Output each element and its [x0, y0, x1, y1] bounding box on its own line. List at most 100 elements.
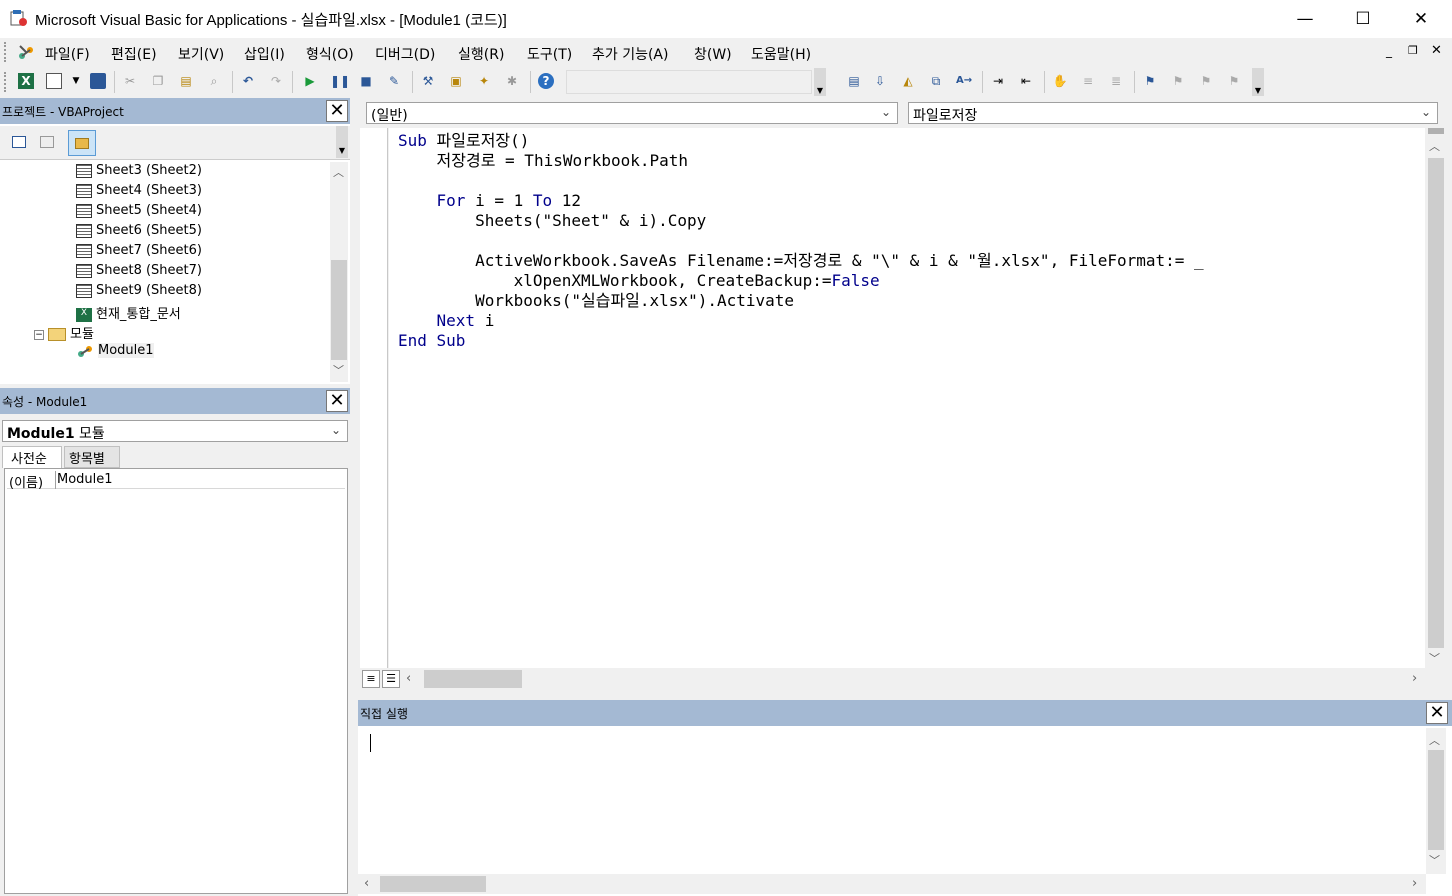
child-minimize-icon[interactable]: _	[1386, 44, 1392, 58]
tree-item-sheet4[interactable]: Sheet4 (Sheet3)	[76, 183, 202, 203]
immediate-hscrollbar[interactable]: ‹ ›	[358, 874, 1426, 894]
child-close-icon[interactable]: ✕	[1431, 43, 1442, 58]
close-button[interactable]: ✕	[1392, 0, 1450, 38]
chevron-down-icon[interactable]: ⌄	[331, 423, 341, 437]
toggle-breakpoint-icon[interactable]: ✋	[1052, 73, 1068, 89]
tree-item-thisworkbook[interactable]: X 현재_통합_문서	[76, 303, 181, 323]
menu-window[interactable]: 창(W)	[694, 44, 732, 64]
menu-file[interactable]: 파일(F)	[45, 44, 90, 64]
project-toolbar-overflow-icon[interactable]: ▼	[336, 126, 348, 158]
quick-info-icon[interactable]: ◭	[900, 73, 916, 89]
scroll-down-icon[interactable]: ﹀	[330, 362, 347, 378]
tab-categorized[interactable]: 항목별	[64, 446, 120, 468]
child-restore-icon[interactable]: ❐	[1408, 44, 1418, 57]
next-bookmark-icon[interactable]: ⚑	[1170, 73, 1186, 89]
immediate-window-close-button[interactable]: ✕	[1426, 702, 1448, 724]
toolbar-overflow-icon-2[interactable]: ▼	[1252, 68, 1264, 96]
scroll-down-icon[interactable]: ﹀	[1426, 852, 1443, 868]
scroll-left-icon[interactable]: ‹	[364, 876, 369, 891]
collapse-icon[interactable]: −	[34, 329, 44, 340]
scroll-thumb[interactable]	[1428, 750, 1444, 850]
outdent-icon[interactable]: ⇤	[1018, 73, 1034, 89]
indent-icon[interactable]: ⇥	[990, 73, 1006, 89]
full-module-view-icon[interactable]: ☰	[382, 670, 400, 688]
project-panel-close-button[interactable]: ✕	[326, 100, 348, 122]
code-line[interactable]: Next i	[398, 311, 495, 331]
object-browser-icon[interactable]: ✦	[476, 73, 492, 89]
toggle-bookmark-icon[interactable]: ⚑	[1142, 73, 1158, 89]
run-icon[interactable]: ▶	[302, 73, 318, 89]
tree-item-sheet7[interactable]: Sheet7 (Sheet6)	[76, 243, 202, 263]
menu-edit[interactable]: 편집(E)	[111, 44, 157, 64]
scroll-thumb[interactable]	[331, 260, 347, 360]
view-code-icon[interactable]	[12, 136, 26, 148]
code-line[interactable]: Workbooks("실습파일.xlsx").Activate	[398, 291, 794, 311]
toolbar-overflow-icon[interactable]: ▼	[814, 68, 826, 96]
object-selector[interactable]: Module1 모듈 ⌄	[2, 420, 348, 442]
menu-debug[interactable]: 디버그(D)	[375, 44, 435, 64]
copy-icon[interactable]: ❐	[150, 73, 166, 89]
redo-icon[interactable]: ↷	[268, 73, 284, 89]
clear-bookmarks-icon[interactable]: ⚑	[1226, 73, 1242, 89]
uncomment-block-icon[interactable]: ≣	[1108, 73, 1124, 89]
tab-alphabetic[interactable]: 사전순	[2, 446, 62, 468]
tree-item-sheet8[interactable]: Sheet8 (Sheet7)	[76, 263, 202, 283]
code-line[interactable]: Sheets("Sheet" & i).Copy	[398, 211, 706, 231]
code-line[interactable]: xlOpenXMLWorkbook, CreateBackup:=False	[398, 271, 880, 291]
scroll-down-icon[interactable]: ﹀	[1426, 650, 1443, 666]
chevron-down-icon[interactable]: ⌄	[1421, 105, 1431, 119]
tree-item-module1[interactable]: Module1	[76, 343, 154, 363]
dropdown-arrow-icon[interactable]: ▼	[68, 73, 84, 89]
complete-word-icon[interactable]: A→	[956, 73, 972, 89]
project-tree-scrollbar[interactable]: ︿ ﹀	[330, 162, 348, 382]
scroll-right-icon[interactable]: ›	[1412, 671, 1417, 686]
list-properties-icon[interactable]: ▤	[846, 73, 862, 89]
view-object-icon[interactable]	[40, 136, 54, 148]
tree-item-sheet3[interactable]: Sheet3 (Sheet2)	[76, 163, 202, 183]
previous-bookmark-icon[interactable]: ⚑	[1198, 73, 1214, 89]
menu-view[interactable]: 보기(V)	[178, 44, 224, 64]
reset-icon[interactable]: ■	[358, 73, 374, 89]
property-value[interactable]: Module1	[57, 472, 113, 487]
insert-userform-icon[interactable]	[46, 73, 62, 89]
comment-block-icon[interactable]: ≡	[1080, 73, 1096, 89]
toolbox-icon[interactable]: ✱	[504, 73, 520, 89]
properties-panel-close-button[interactable]: ✕	[326, 390, 348, 412]
scroll-thumb[interactable]	[1428, 158, 1444, 648]
scroll-left-icon[interactable]: ‹	[406, 671, 411, 686]
excel-icon[interactable]: X	[18, 73, 34, 89]
break-icon[interactable]: ❚❚	[330, 73, 350, 89]
help-icon[interactable]: ?	[538, 73, 554, 89]
split-bar[interactable]	[1428, 128, 1444, 134]
scroll-up-icon[interactable]: ︿	[1426, 138, 1443, 154]
toggle-folders-icon[interactable]	[68, 130, 96, 156]
paste-icon[interactable]: ▤	[178, 73, 194, 89]
code-line[interactable]: 저장경로 = ThisWorkbook.Path	[398, 151, 689, 171]
find-icon[interactable]: ⌕	[206, 73, 222, 89]
code-line[interactable]: Sub 파일로저장()	[398, 131, 529, 151]
chevron-down-icon[interactable]: ⌄	[881, 105, 891, 119]
scroll-thumb[interactable]	[380, 876, 486, 892]
code-hscrollbar[interactable]: ≡ ☰ ‹ ›	[360, 668, 1426, 690]
menu-addins[interactable]: 추가 기능(A)	[592, 44, 668, 64]
tree-item-sheet5[interactable]: Sheet5 (Sheet4)	[76, 203, 202, 223]
parameter-info-icon[interactable]: ⧉	[928, 73, 944, 89]
menu-insert[interactable]: 삽입(I)	[244, 44, 285, 64]
scroll-up-icon[interactable]: ︿	[1426, 732, 1443, 748]
menu-tools[interactable]: 도구(T)	[527, 44, 572, 64]
object-combo[interactable]: (일반) ⌄	[366, 102, 898, 124]
code-line[interactable]: For i = 1 To 12	[398, 191, 582, 211]
scroll-up-icon[interactable]: ︿	[330, 164, 347, 180]
procedure-combo[interactable]: 파일로저장 ⌄	[908, 102, 1438, 124]
undo-icon[interactable]: ↶	[240, 73, 256, 89]
maximize-button[interactable]: ☐	[1334, 0, 1392, 38]
cut-icon[interactable]: ✂	[122, 73, 138, 89]
save-icon[interactable]	[90, 73, 106, 89]
project-explorer-icon[interactable]: ⚒	[420, 73, 436, 89]
design-mode-icon[interactable]: ✎	[386, 73, 402, 89]
scroll-right-icon[interactable]: ›	[1412, 876, 1417, 891]
code-vscrollbar[interactable]: ︿ ﹀	[1426, 128, 1446, 668]
property-row[interactable]: (이름) Module1	[7, 471, 345, 491]
procedure-view-icon[interactable]: ≡	[362, 670, 380, 688]
immediate-vscrollbar[interactable]: ︿ ﹀	[1426, 728, 1446, 874]
